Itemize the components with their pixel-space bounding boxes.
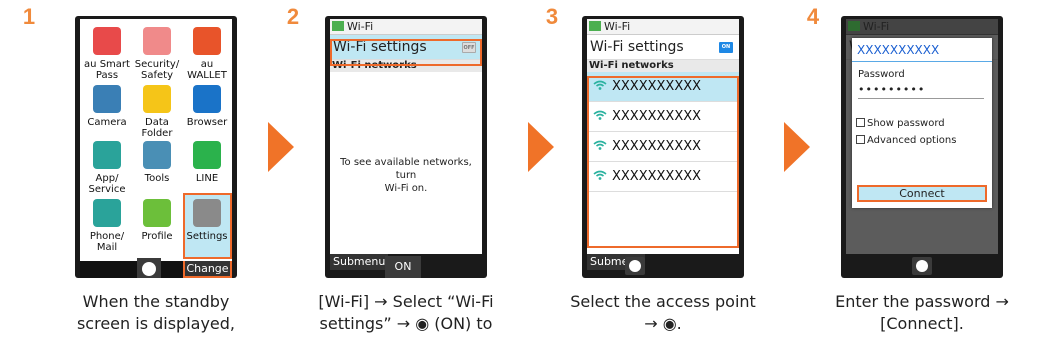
select-button[interactable] bbox=[625, 257, 645, 275]
password-dialog: XXXXXXXXXX Password ••••••••• Show passw… bbox=[852, 38, 992, 208]
on-softkey[interactable]: ON bbox=[385, 256, 421, 278]
heart-icon bbox=[140, 25, 174, 57]
au-wallet-icon bbox=[190, 25, 224, 57]
app-label-line2: Folder bbox=[141, 128, 173, 139]
connect-button[interactable]: Connect bbox=[857, 185, 987, 202]
wifi-networks-header-3: Wi-Fi networks bbox=[587, 60, 739, 72]
app-label-line1: LINE bbox=[195, 173, 219, 184]
calculator-icon bbox=[140, 139, 174, 171]
submenu-softkey[interactable]: Submenu bbox=[330, 254, 389, 270]
app-label-line1: Tools bbox=[144, 173, 170, 184]
profile-icon bbox=[140, 197, 174, 229]
app-pass[interactable]: au Smart Pass bbox=[82, 25, 132, 81]
app-folder[interactable]: Data Folder bbox=[132, 83, 182, 139]
navbar-4 bbox=[846, 254, 998, 278]
next-arrow-3 bbox=[784, 122, 810, 172]
folder-icon bbox=[140, 83, 174, 115]
app-label-line1: Data bbox=[145, 117, 169, 128]
caption-step-2: [Wi-Fi] → Select “Wi-Fi settings” → ◉ (O… bbox=[318, 292, 494, 333]
caption-step-3: Select the access point → ◉. bbox=[570, 292, 756, 333]
wifi-app-icon bbox=[848, 21, 860, 31]
home-circle-icon bbox=[142, 262, 156, 276]
wifi-app-icon bbox=[332, 21, 344, 31]
home-button-4[interactable] bbox=[912, 257, 932, 275]
wifi-titlebar-3: Wi-Fi bbox=[587, 19, 739, 35]
wifi-title: Wi-Fi bbox=[347, 20, 374, 33]
app-label-line1: Camera bbox=[87, 117, 127, 128]
step-number-4: 4 bbox=[800, 4, 826, 35]
app-label-line2: Service bbox=[88, 184, 126, 195]
show-password-row[interactable]: Show password bbox=[852, 117, 992, 131]
app-label-line1: App/ bbox=[95, 173, 119, 184]
app-label-line2: Mail bbox=[96, 242, 118, 253]
app-label-line1: Phone/ bbox=[89, 231, 125, 242]
camera-icon bbox=[90, 83, 124, 115]
app-label-line1: Browser bbox=[186, 117, 228, 128]
step-number-2: 2 bbox=[280, 4, 306, 35]
softkey-bar: Change bbox=[80, 258, 232, 278]
wifi-screen-dimmed: Wi-Fi Wi-Fi settings ON XXXXXXXXXX Passw… bbox=[846, 19, 998, 254]
softkey-bar-2: Submenu ON bbox=[330, 254, 482, 278]
phone-mail-icon bbox=[90, 197, 124, 229]
app-camera[interactable]: Camera bbox=[82, 83, 132, 128]
menu-screen: au Smart Pass Security/Safety au WALLET Camer… bbox=[80, 19, 232, 278]
app-tools[interactable]: Settings bbox=[182, 197, 232, 242]
app-heart[interactable]: Security/Safety bbox=[132, 25, 182, 81]
app-icon bbox=[90, 139, 124, 171]
caption-step-4: Enter the password → [Connect]. bbox=[835, 292, 1009, 333]
tools-icon bbox=[190, 197, 224, 229]
empty-message: To see available networks, turn Wi-Fi on… bbox=[340, 157, 472, 194]
advanced-options-row[interactable]: Advanced options bbox=[852, 134, 992, 148]
globe-icon bbox=[190, 83, 224, 115]
app-phone-mail[interactable]: Phone/Mail bbox=[82, 197, 132, 253]
app-profile[interactable]: Profile bbox=[132, 197, 182, 242]
wifi-titlebar-4: Wi-Fi bbox=[846, 19, 998, 35]
app-label-line1: au Smart bbox=[84, 59, 130, 70]
advanced-options-checkbox[interactable] bbox=[856, 135, 865, 144]
phone-step-3: Wi-Fi Wi-Fi settings ON Wi-Fi networks X… bbox=[582, 16, 744, 278]
pass-icon bbox=[90, 25, 124, 57]
app-line[interactable]: LINE bbox=[182, 139, 232, 184]
phone-step-4: Wi-Fi Wi-Fi settings ON XXXXXXXXXX Passw… bbox=[841, 16, 1003, 278]
softkey-bar-3: Submenu bbox=[587, 254, 739, 278]
password-field[interactable]: ••••••••• bbox=[858, 83, 984, 99]
caption-step-1: When the standby screen is displayed, bbox=[76, 292, 236, 333]
password-label: Password bbox=[858, 69, 905, 80]
show-password-checkbox[interactable] bbox=[856, 118, 865, 127]
line-icon bbox=[190, 139, 224, 171]
change-softkey[interactable]: Change bbox=[183, 261, 232, 278]
app-label-line1: au bbox=[200, 59, 214, 70]
app-au-wallet[interactable]: au WALLET bbox=[182, 25, 232, 81]
wifi-settings-row-3[interactable]: Wi-Fi settings ON bbox=[587, 35, 739, 60]
wifi-titlebar: Wi-Fi bbox=[330, 19, 482, 35]
step-number-3: 3 bbox=[539, 4, 565, 35]
app-label-line1: Security/ bbox=[134, 59, 180, 70]
app-label-line1: Settings bbox=[186, 231, 228, 242]
app-label-line2: Pass bbox=[95, 70, 119, 81]
step-number-1: 1 bbox=[16, 4, 42, 35]
wifi-toggle-on[interactable]: ON bbox=[719, 42, 733, 53]
app-label-line2: WALLET bbox=[187, 70, 227, 81]
app-label-line1: Profile bbox=[141, 231, 173, 242]
app-globe[interactable]: Browser bbox=[182, 83, 232, 128]
home-button[interactable] bbox=[137, 258, 161, 278]
phone-step-2: Wi-Fi Wi-Fi settings OFF Wi-Fi networks … bbox=[325, 16, 487, 278]
wifi-app-icon bbox=[589, 21, 601, 31]
next-arrow-2 bbox=[528, 122, 554, 172]
dialog-ssid: XXXXXXXXXX bbox=[852, 38, 992, 62]
next-arrow-1 bbox=[268, 122, 294, 172]
app-calculator[interactable]: Tools bbox=[132, 139, 182, 184]
app-label-line2: Safety bbox=[141, 70, 173, 81]
app-app[interactable]: App/Service bbox=[82, 139, 132, 195]
network-list-highlight bbox=[587, 76, 739, 248]
wifi-settings-highlight bbox=[330, 39, 482, 66]
phone-step-1: au Smart Pass Security/Safety au WALLET Camer… bbox=[75, 16, 237, 278]
